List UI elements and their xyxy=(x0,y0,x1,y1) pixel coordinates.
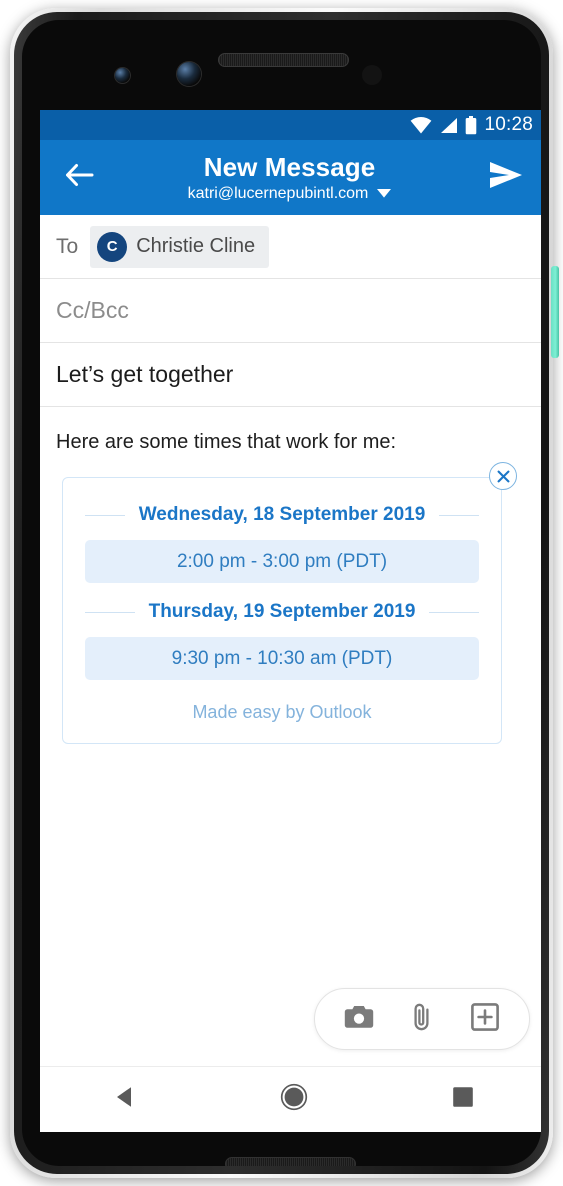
attach-file-button[interactable] xyxy=(399,996,445,1042)
divider-left xyxy=(85,611,135,613)
earpiece-speaker xyxy=(218,53,349,67)
nav-back-button[interactable] xyxy=(95,1075,155,1125)
back-button[interactable] xyxy=(54,153,104,203)
insert-button[interactable] xyxy=(462,996,508,1042)
subject-field-row[interactable]: Let’s get together xyxy=(40,343,541,407)
time-slot[interactable]: 2:00 pm - 3:00 pm (PDT) xyxy=(85,540,479,583)
cellular-signal-icon xyxy=(439,117,458,134)
card-footer-label: Made easy by Outlook xyxy=(192,702,372,722)
phone-screen: 10:28 New Message katri@lucernepubintl.c… xyxy=(40,110,541,1132)
bottom-speaker xyxy=(225,1157,356,1166)
attachment-toolbar xyxy=(314,988,530,1050)
account-email: katri@lucernepubintl.com xyxy=(187,185,369,202)
divider-right xyxy=(439,514,479,516)
account-selector[interactable]: katri@lucernepubintl.com xyxy=(188,184,392,203)
recipient-name: Christie Cline xyxy=(136,235,256,257)
front-camera-primary xyxy=(177,62,201,86)
power-button[interactable] xyxy=(551,266,559,358)
date-header: Wednesday, 18 September 2019 xyxy=(85,504,479,526)
proposed-times-card-wrapper: Wednesday, 18 September 2019 2:00 pm - 3… xyxy=(62,462,517,744)
page-title: New Message xyxy=(203,152,376,182)
date-label: Wednesday, 18 September 2019 xyxy=(138,504,426,525)
date-label: Thursday, 19 September 2019 xyxy=(148,601,416,622)
camera-icon xyxy=(344,1004,374,1035)
nav-home-button[interactable] xyxy=(264,1075,324,1125)
insert-plus-icon xyxy=(471,1002,500,1036)
to-label: To xyxy=(56,234,79,258)
phone-frame: 10:28 New Message katri@lucernepubintl.c… xyxy=(10,8,559,1178)
divider-left xyxy=(85,514,125,516)
back-arrow-icon xyxy=(64,162,94,193)
chevron-down-icon xyxy=(377,185,392,203)
ccbcc-field-row[interactable]: Cc/Bcc xyxy=(40,279,541,343)
divider-right xyxy=(429,611,480,613)
wifi-icon xyxy=(410,116,432,134)
recents-square-icon xyxy=(451,1085,475,1114)
paperclip-icon xyxy=(411,1002,433,1037)
ccbcc-placeholder: Cc/Bcc xyxy=(56,297,129,323)
app-bar: New Message katri@lucernepubintl.com xyxy=(40,140,541,215)
to-field-row[interactable]: To C Christie Cline xyxy=(40,215,541,279)
home-circle-icon xyxy=(280,1083,308,1116)
status-bar-clock: 10:28 xyxy=(484,114,533,135)
time-slot[interactable]: 9:30 pm - 10:30 am (PDT) xyxy=(85,637,479,680)
front-camera-secondary xyxy=(115,68,130,83)
date-block: Thursday, 19 September 2019 9:30 pm - 10… xyxy=(85,601,480,680)
proposed-times-card: Wednesday, 18 September 2019 2:00 pm - 3… xyxy=(62,477,502,744)
close-icon[interactable] xyxy=(489,462,517,490)
status-bar: 10:28 xyxy=(40,110,541,140)
back-triangle-icon xyxy=(112,1084,138,1115)
date-header: Thursday, 19 September 2019 xyxy=(85,601,480,623)
avatar: C xyxy=(97,231,128,262)
body-text: Here are some times that work for me: xyxy=(56,431,397,453)
proximity-sensor xyxy=(362,65,382,85)
message-body[interactable]: Here are some times that work for me: We… xyxy=(40,407,541,744)
send-button[interactable] xyxy=(481,153,531,203)
camera-button[interactable] xyxy=(336,996,382,1042)
send-icon xyxy=(489,161,523,194)
subject-input: Let’s get together xyxy=(56,361,234,387)
phone-screen-bezel: 10:28 New Message katri@lucernepubintl.c… xyxy=(22,20,541,1166)
recipient-chip[interactable]: C Christie Cline xyxy=(90,225,270,268)
android-nav-bar xyxy=(40,1066,541,1132)
nav-recents-button[interactable] xyxy=(433,1075,493,1125)
battery-icon xyxy=(465,115,477,135)
date-block: Wednesday, 18 September 2019 2:00 pm - 3… xyxy=(85,504,479,583)
phone-body: 10:28 New Message katri@lucernepubintl.c… xyxy=(14,12,559,1174)
app-bar-titles: New Message katri@lucernepubintl.com xyxy=(98,152,481,203)
